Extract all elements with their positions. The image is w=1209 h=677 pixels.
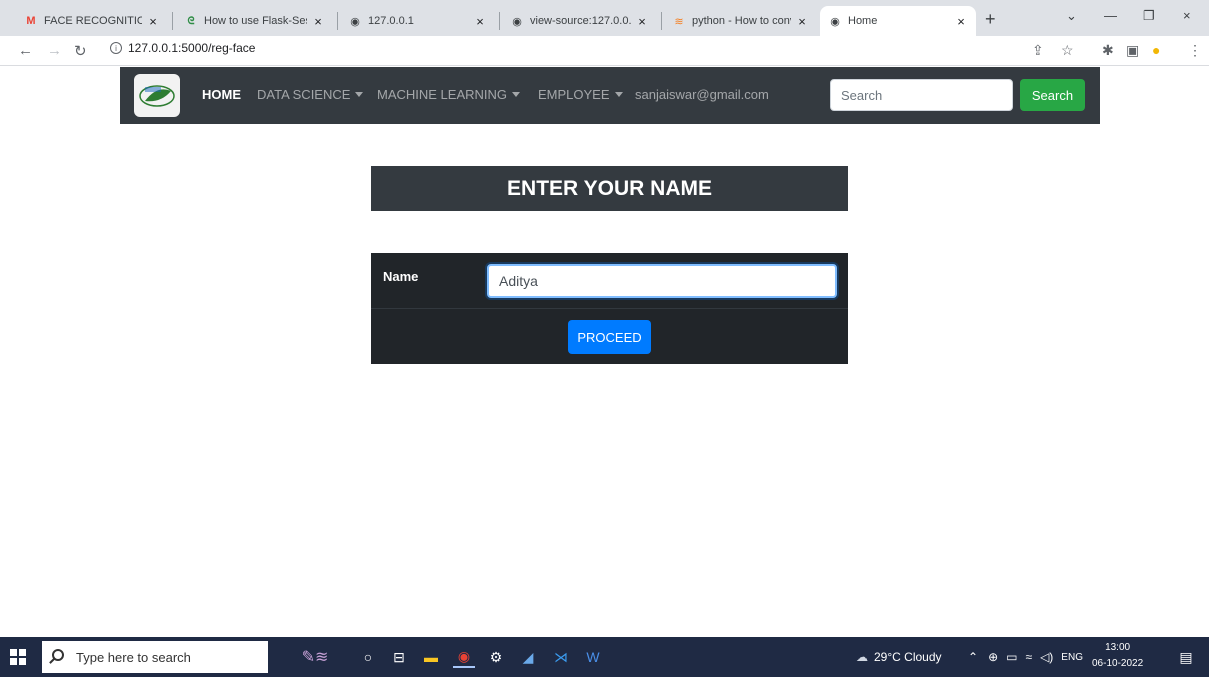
settings-gear-icon[interactable]: ⚙	[485, 646, 507, 668]
address-bar[interactable]: i 127.0.0.1:5000/reg-face	[110, 41, 255, 55]
profile-avatar-icon[interactable]: ●	[1152, 42, 1160, 58]
browser-tab[interactable]: ◉ 127.0.0.1 ×	[340, 6, 495, 36]
info-icon[interactable]: i	[110, 42, 122, 54]
gmail-icon: M	[26, 15, 36, 27]
tab-title: 127.0.0.1	[368, 15, 414, 27]
caret-down-icon	[355, 92, 364, 98]
clock[interactable]: 13:00 06-10-2022	[1092, 640, 1143, 672]
network-icon[interactable]: ▭	[1006, 650, 1017, 664]
tab-separator	[661, 12, 662, 30]
tab-title: python - How to conv	[692, 15, 791, 27]
nav-machine-learning[interactable]: MACHINE LEARNING	[377, 87, 521, 102]
share-icon[interactable]: ⇪	[1032, 42, 1044, 59]
nav-search-input[interactable]	[830, 79, 1013, 111]
stackoverflow-icon: ≋	[674, 15, 684, 28]
window-close-icon[interactable]: ×	[1183, 8, 1191, 23]
browser-tab[interactable]: ◉ view-source:127.0.0.1 ×	[502, 6, 657, 36]
browser-tab-active[interactable]: ◉ Home ×	[820, 6, 976, 36]
nav-home[interactable]: HOME	[202, 87, 241, 102]
name-form-card: Name PROCEED	[371, 253, 848, 364]
nav-label: DATA SCIENCE	[257, 87, 351, 102]
nav-user-email[interactable]: sanjaiswar@gmail.com	[635, 87, 769, 102]
tab-close-icon[interactable]: ×	[473, 14, 487, 29]
sidepanel-icon[interactable]: ▣	[1126, 42, 1139, 59]
proceed-button[interactable]: PROCEED	[568, 320, 651, 354]
browser-tab-strip: M FACE RECOGNITION T × ᘓ How to use Flas…	[0, 0, 1209, 36]
app-icon[interactable]: ◢	[517, 646, 539, 668]
site-navbar: HOME DATA SCIENCE MACHINE LEARNING EMPLO…	[120, 67, 1100, 124]
search-icon	[52, 649, 64, 661]
tab-close-icon[interactable]: ×	[635, 14, 649, 29]
tab-separator	[499, 12, 500, 30]
system-tray: ⌃ ⊕ ▭ ≈ ◁) ENG	[968, 637, 1083, 677]
menu-dots-icon[interactable]: ⋮	[1188, 42, 1202, 59]
taskbar-search[interactable]: Type here to search	[42, 641, 268, 673]
chrome-icon[interactable]: ◉	[453, 646, 475, 668]
caret-down-icon	[512, 92, 521, 98]
geeksforgeeks-icon: ᘓ	[187, 15, 195, 27]
globe-icon: ◉	[830, 15, 840, 28]
extensions-icon[interactable]: ✱	[1102, 42, 1114, 59]
tab-separator	[337, 12, 338, 30]
tab-close-icon[interactable]: ×	[311, 14, 325, 29]
tab-title: FACE RECOGNITION T	[44, 15, 142, 27]
volume-icon[interactable]: ◁)	[1040, 650, 1053, 664]
name-input[interactable]	[487, 264, 837, 298]
vscode-icon[interactable]: ⋊	[550, 646, 572, 668]
windows-taskbar: Type here to search ✎≋ ○ ⊟ ▬ ◉ ⚙ ◢ ⋊ W ☁…	[0, 637, 1209, 677]
caret-down-icon	[614, 92, 623, 98]
globe-icon: ◉	[350, 15, 360, 28]
tab-close-icon[interactable]: ×	[146, 14, 160, 29]
search-highlight-icon[interactable]: ✎≋	[285, 646, 345, 668]
cloud-icon: ☁	[856, 650, 868, 664]
nav-data-science[interactable]: DATA SCIENCE	[257, 87, 364, 102]
taskbar-search-placeholder: Type here to search	[76, 649, 191, 665]
reload-icon[interactable]: ↻	[74, 42, 87, 60]
tab-title: Home	[848, 15, 878, 27]
tab-close-icon[interactable]: ×	[795, 14, 809, 29]
nav-search-button[interactable]: Search	[1020, 79, 1085, 111]
wifi-icon[interactable]: ≈	[1025, 650, 1032, 664]
windows-start-icon[interactable]	[10, 649, 26, 665]
minimize-icon[interactable]: —	[1104, 8, 1117, 23]
tab-title: How to use Flask-Sess	[204, 15, 307, 27]
page-heading: ENTER YOUR NAME	[371, 166, 848, 211]
chevron-up-icon[interactable]: ⌃	[968, 650, 978, 664]
cortana-icon[interactable]: ○	[357, 646, 379, 668]
bookmark-star-icon[interactable]: ☆	[1061, 42, 1074, 59]
browser-toolbar: ← → ↻ i 127.0.0.1:5000/reg-face ⇪ ☆ ✱ ▣ …	[0, 36, 1209, 66]
task-view-icon[interactable]: ⊟	[388, 646, 410, 668]
nav-label: EMPLOYEE	[538, 87, 610, 102]
name-label: Name	[383, 269, 419, 284]
site-logo[interactable]	[134, 74, 180, 117]
forward-icon[interactable]: →	[47, 42, 62, 59]
notification-icon[interactable]: ▤	[1175, 646, 1197, 668]
language-indicator[interactable]: ENG	[1061, 652, 1083, 663]
url-text: 127.0.0.1:5000/reg-face	[128, 41, 256, 55]
tab-separator	[172, 12, 173, 30]
browser-tab[interactable]: ≋ python - How to conv ×	[664, 6, 817, 36]
tab-title: view-source:127.0.0.1	[530, 15, 631, 27]
weather-text: 29°C Cloudy	[874, 650, 942, 664]
new-tab-icon[interactable]: +	[985, 9, 996, 30]
tab-close-icon[interactable]: ×	[954, 14, 968, 29]
clock-time: 13:00	[1105, 642, 1131, 653]
meet-now-icon[interactable]: ⊕	[988, 650, 998, 664]
file-explorer-icon[interactable]: ▬	[420, 646, 442, 668]
nav-employee[interactable]: EMPLOYEE	[538, 87, 623, 102]
word-icon[interactable]: W	[582, 646, 604, 668]
restore-icon[interactable]: ❐	[1143, 8, 1155, 24]
back-icon[interactable]: ←	[18, 42, 33, 59]
browser-tab[interactable]: ᘓ How to use Flask-Sess ×	[176, 6, 333, 36]
form-row-name: Name	[371, 253, 848, 309]
weather-widget[interactable]: ☁ 29°C Cloudy	[856, 637, 942, 677]
browser-tab[interactable]: M FACE RECOGNITION T ×	[16, 6, 168, 36]
globe-icon: ◉	[512, 15, 522, 28]
logo-leaf-icon	[139, 84, 175, 107]
nav-label: MACHINE LEARNING	[377, 87, 508, 102]
clock-date: 06-10-2022	[1092, 658, 1144, 669]
tab-search-icon[interactable]: ⌄	[1066, 8, 1077, 24]
